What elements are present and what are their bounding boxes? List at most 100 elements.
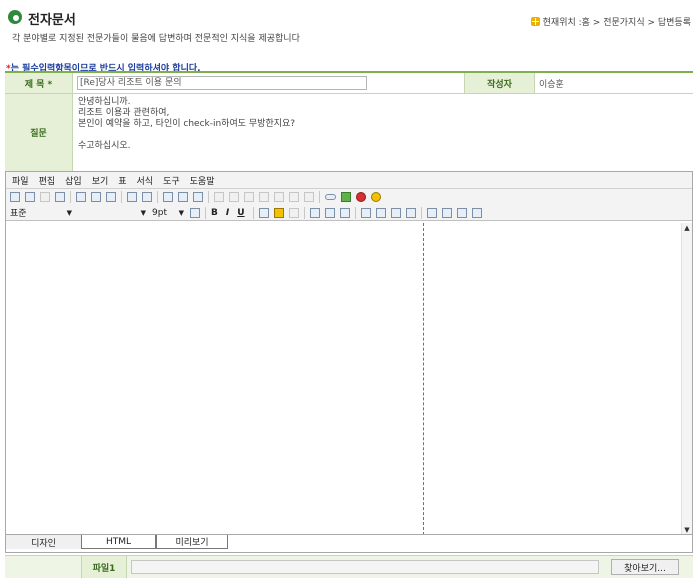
merge-cells-icon[interactable] (274, 192, 284, 202)
rich-text-editor: 파일 편집 삽입 보기 표 서식 도구 도움말 표준 ▼ ▼ 9pt ▼ B I… (5, 171, 693, 553)
tab-design[interactable]: 디자인 (6, 535, 81, 549)
question-row: 질문 안녕하십니까. 리조트 이용과 관련하여, 본인이 예약을 하고, 타인이… (5, 94, 693, 172)
size-select[interactable]: 9pt ▼ (152, 207, 184, 219)
table-grid-icon[interactable] (471, 207, 482, 218)
subject-input[interactable]: [Re]당사 리조트 이용 문의 (77, 76, 367, 90)
delete-cells-icon[interactable] (304, 192, 314, 202)
answer-form: 제 목 * [Re]당사 리조트 이용 문의 작성자 이승훈 질문 안녕하십니까… (5, 71, 693, 172)
undo-icon[interactable] (127, 192, 137, 202)
align-center-icon[interactable] (324, 207, 335, 218)
numbered-list-icon[interactable] (405, 207, 416, 218)
menu-file[interactable]: 파일 (12, 174, 29, 187)
font-color-icon[interactable] (258, 207, 269, 218)
split-cells-icon[interactable] (289, 192, 299, 202)
toolbar-divider (157, 191, 158, 203)
insert-table-icon[interactable] (214, 192, 224, 202)
author-value: 이승훈 (539, 79, 564, 90)
style-select-value: 표준 (10, 209, 27, 219)
copy-icon[interactable] (91, 192, 101, 202)
editor-toolbar-2: 표준 ▼ ▼ 9pt ▼ B I U (6, 205, 692, 221)
question-line: 본인이 예약을 하고, 타인이 check-in하여도 무방한지요? (78, 119, 296, 129)
open-folder-icon[interactable] (25, 192, 35, 202)
align-right-icon[interactable] (339, 207, 350, 218)
page-title: 전자문서 (28, 13, 76, 28)
insert-form-icon[interactable] (178, 192, 188, 202)
browse-button[interactable]: 찾아보기... (611, 559, 679, 575)
chevron-down-icon: ▼ (140, 208, 146, 217)
subject-label: 제 목 * (5, 73, 73, 93)
menu-format[interactable]: 서식 (137, 174, 154, 187)
question-line: 안녕하십니까. (78, 97, 131, 107)
insert-picture-icon[interactable] (341, 192, 351, 202)
breadcrumb: 현재위치 :홈 > 전문가지식 > 답변등록 (530, 15, 691, 28)
scroll-up-icon[interactable]: ▲ (682, 223, 692, 233)
insert-image-icon[interactable] (163, 192, 173, 202)
new-document-icon[interactable] (10, 192, 20, 202)
chevron-down-icon: ▼ (178, 208, 184, 217)
insert-frame-icon[interactable] (193, 192, 203, 202)
flash-icon[interactable] (356, 192, 366, 202)
media-icon[interactable] (371, 192, 381, 202)
tab-preview[interactable]: 미리보기 (156, 535, 228, 549)
redo-icon[interactable] (142, 192, 152, 202)
full-screen-icon[interactable] (456, 207, 467, 218)
attachment-label: 파일1 (81, 556, 127, 578)
highlight-color-icon[interactable] (273, 207, 284, 218)
outdent-icon[interactable] (360, 207, 371, 218)
link-icon[interactable] (325, 194, 336, 200)
bold-button[interactable]: B (211, 208, 218, 218)
page-description: 각 분야별로 지정된 전문가들이 물음에 답변하며 전문적인 지식을 제공합니다 (12, 34, 300, 44)
toolbar-divider (420, 206, 422, 219)
author-label: 작성자 (465, 73, 535, 93)
question-label: 질문 (5, 94, 73, 171)
editor-content-area[interactable] (6, 223, 682, 535)
menu-help[interactable]: 도움말 (190, 174, 215, 187)
attachment-row: 파일1 찾아보기... (5, 555, 693, 578)
toolbar-divider (208, 191, 209, 203)
save-icon[interactable] (40, 192, 50, 202)
bullet-list-icon[interactable] (390, 207, 401, 218)
section-logo-icon (8, 10, 22, 24)
print-icon[interactable] (55, 192, 65, 202)
editor-toolbar-1 (6, 189, 692, 205)
subject-row: 제 목 * [Re]당사 리조트 이용 문의 작성자 이승훈 (5, 73, 693, 94)
toolbar-divider (252, 206, 254, 219)
special-char-icon[interactable] (426, 207, 437, 218)
align-left-icon[interactable] (309, 207, 320, 218)
line-spacing-icon[interactable] (190, 207, 200, 218)
tab-html[interactable]: HTML (81, 535, 156, 549)
toolbar-divider (121, 191, 122, 203)
question-line (78, 130, 295, 141)
question-text: 안녕하십니까. 리조트 이용과 관련하여, 본인이 예약을 하고, 타인이 ch… (73, 94, 693, 171)
italic-button[interactable]: I (226, 208, 229, 218)
table-properties-icon[interactable] (229, 192, 239, 202)
menu-tools[interactable]: 도구 (163, 174, 180, 187)
toolbar-divider (70, 191, 71, 203)
show-borders-icon[interactable] (441, 207, 452, 218)
style-select[interactable]: 표준 ▼ (10, 207, 72, 220)
toolbar-divider (354, 206, 356, 219)
insert-row-icon[interactable] (244, 192, 254, 202)
editor-mode-tabs: 디자인 HTML 미리보기 (6, 534, 692, 552)
paste-icon[interactable] (106, 192, 116, 202)
menu-view[interactable]: 보기 (92, 174, 109, 187)
insert-column-icon[interactable] (259, 192, 269, 202)
attachment-file-input[interactable] (131, 560, 599, 574)
editor-vertical-scrollbar[interactable]: ▲ ▼ (681, 223, 692, 535)
indent-icon[interactable] (375, 207, 386, 218)
clear-format-icon[interactable] (288, 207, 299, 218)
question-line: 수고하십시오. (78, 141, 131, 151)
menu-table[interactable]: 표 (118, 174, 126, 187)
page-width-guide (423, 223, 424, 535)
question-line: 리조트 이용과 관련하여, (78, 108, 170, 118)
toolbar-divider (319, 191, 320, 203)
font-select[interactable]: ▼ (78, 207, 146, 219)
cut-icon[interactable] (76, 192, 86, 202)
plus-icon (530, 17, 540, 26)
menu-insert[interactable]: 삽입 (65, 174, 82, 187)
editor-menubar: 파일 편집 삽입 보기 표 서식 도구 도움말 (6, 172, 692, 189)
subject-cell: [Re]당사 리조트 이용 문의 (73, 73, 465, 93)
menu-edit[interactable]: 편집 (39, 174, 56, 187)
size-select-value: 9pt (152, 207, 167, 218)
underline-button[interactable]: U (237, 208, 244, 218)
